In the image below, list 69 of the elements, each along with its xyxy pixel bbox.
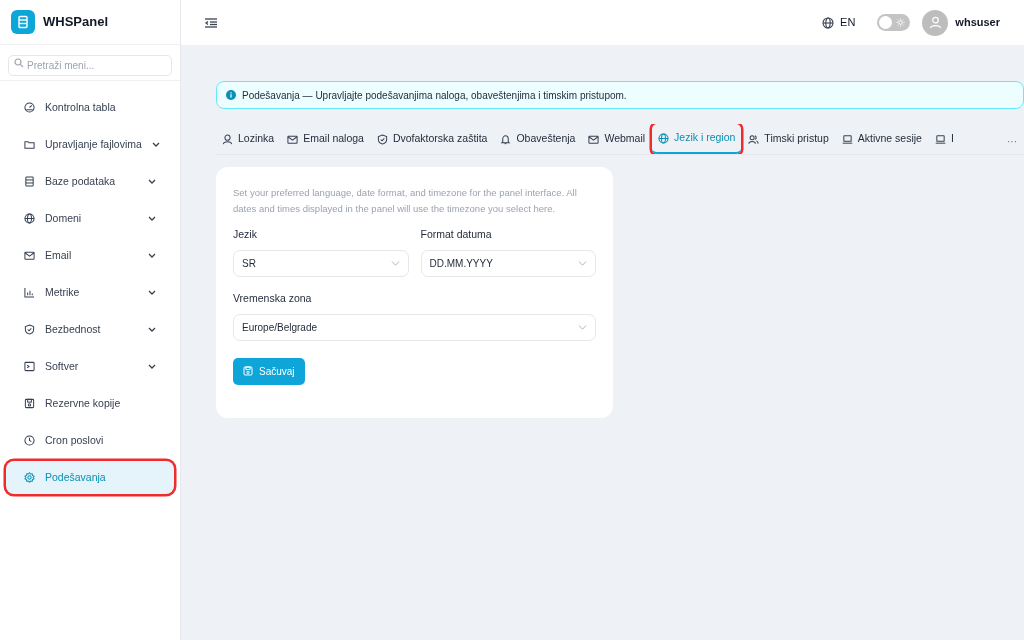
shield-icon [24, 324, 35, 335]
gauge-icon [24, 102, 35, 113]
chevron-down-icon [148, 364, 156, 369]
chevron-down-icon [578, 260, 587, 266]
tab[interactable]: Obaveštenja [494, 124, 582, 154]
tab[interactable]: Timski pristup [742, 124, 835, 154]
laptop-icon [841, 133, 853, 145]
username[interactable]: whsuser [955, 14, 1000, 31]
sidebar-item[interactable]: Domeni [6, 202, 174, 235]
logo-icon [11, 10, 35, 34]
chevron-down-icon [151, 142, 160, 147]
sidebar-item[interactable]: Rezervne kopije [6, 387, 174, 420]
user-icon [222, 133, 233, 145]
banner-text: Podešavanja — Upravljajte podešavanjima naloga, obaveštenjima i timskim pristupom. [242, 88, 627, 103]
search-field[interactable]: Pretraži meni... [8, 55, 172, 76]
envelope-icon [588, 133, 600, 145]
tab[interactable]: Aktivne sesije [835, 124, 928, 154]
chevron-down-icon [148, 179, 156, 184]
envelope-icon [287, 133, 299, 145]
chevron-down-icon [148, 216, 156, 221]
tab[interactable]: Email naloga [281, 124, 370, 154]
sun-icon [896, 18, 906, 27]
field-label: Vremenska zona [233, 290, 313, 306]
settings-icon [24, 472, 35, 483]
folder-icon [24, 139, 35, 150]
globe-icon [658, 132, 670, 144]
bar-chart-icon [24, 287, 35, 298]
more-tabs-button[interactable]: ··· [1000, 124, 1024, 154]
search-icon [14, 58, 24, 68]
sidebar-item[interactable]: Bezbednost [6, 313, 174, 346]
field-label: Format datuma [420, 227, 493, 242]
shield-icon [376, 133, 388, 145]
sidebar-item[interactable]: Upravljanje fajlovima [6, 128, 174, 161]
tab[interactable]: I [928, 124, 960, 154]
chevron-down-icon [148, 290, 156, 295]
select-field[interactable]: DD.MM.YYYY [420, 249, 596, 277]
tab[interactable]: Lozinka [216, 124, 281, 154]
sidebar-item[interactable]: Email [6, 239, 174, 272]
info-icon [226, 90, 236, 100]
field-label: Jezik [233, 227, 258, 242]
menu-icon[interactable] [205, 17, 217, 28]
brand-name: WHSPanel [43, 13, 108, 32]
select-field[interactable]: Europe/Belgrade [233, 313, 596, 341]
select-field[interactable]: SR [233, 249, 409, 277]
laptop-icon [934, 133, 946, 145]
envelope-icon [24, 250, 35, 261]
tab[interactable]: Webmail [582, 124, 652, 154]
chevron-down-icon [148, 327, 156, 332]
database-icon [24, 176, 35, 187]
clock-icon [24, 435, 35, 446]
chevron-down-icon [148, 253, 156, 258]
chevron-down-icon [390, 260, 400, 266]
globe-icon [822, 16, 835, 29]
tab[interactable]: Dvofaktorska zaštita [370, 124, 494, 154]
users-icon [748, 133, 760, 145]
bell-icon [500, 133, 512, 145]
sidebar-item[interactable]: Kontrolna tabla [6, 91, 174, 124]
language-selector[interactable]: EN [840, 14, 856, 31]
globe-icon [24, 213, 35, 224]
chevron-down-icon [578, 324, 587, 330]
save-icon [243, 366, 253, 376]
sidebar-item[interactable]: Metrike [6, 276, 174, 309]
sidebar-item[interactable]: Softver [6, 350, 174, 383]
card-description: Set your preferred language, date format, and timezone for the panel interface. All dates and times displayed in the panel will use the timezone you select here. [233, 186, 578, 216]
avatar-icon[interactable] [922, 9, 949, 36]
sidebar-item[interactable]: Cron poslovi [6, 424, 174, 457]
terminal-icon [24, 361, 35, 372]
theme-toggle[interactable] [877, 14, 911, 31]
sidebar-item[interactable]: Baze podataka [6, 165, 174, 198]
